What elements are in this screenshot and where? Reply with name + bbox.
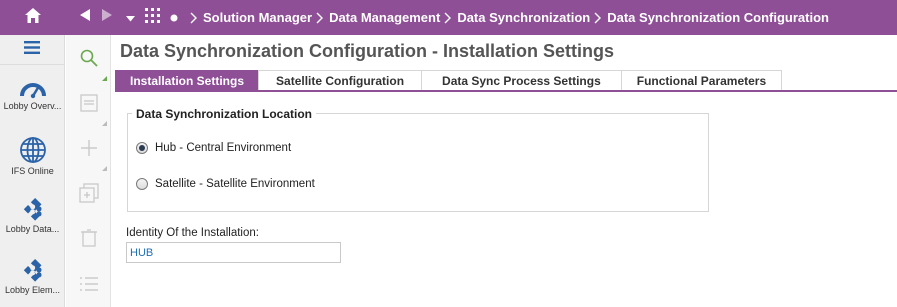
delete-button[interactable] — [76, 227, 102, 253]
sidebar-item-label: IFS Online — [11, 166, 54, 176]
breadcrumb-item-current[interactable]: Data Synchronization Configuration — [607, 10, 829, 25]
radio-button-selected[interactable] — [136, 142, 148, 154]
tab-installation-settings[interactable]: Installation Settings — [115, 70, 260, 91]
globe-icon — [0, 136, 65, 164]
sidebar-item-label: Lobby Data... — [5, 224, 60, 234]
caret-down-icon — [125, 9, 135, 27]
trash-icon — [81, 228, 97, 252]
breadcrumb-item[interactable]: Solution Manager — [203, 10, 312, 25]
radio-selected-dot — [139, 145, 145, 151]
top-navigation-bar: Solution Manager Data Management Data Sy… — [0, 0, 897, 35]
forward-button[interactable] — [96, 0, 118, 35]
edit-icon — [80, 93, 98, 117]
radio-option-satellite[interactable]: Satellite - Satellite Environment — [136, 178, 315, 190]
puzzle-icon — [0, 259, 65, 283]
menu-button[interactable] — [0, 35, 64, 65]
radio-button[interactable] — [136, 178, 148, 190]
duplicate-icon — [79, 182, 99, 208]
edit-options-indicator — [102, 121, 107, 126]
arrow-left-icon — [79, 8, 91, 27]
page-title: Data Synchronization Configuration - Ins… — [120, 41, 615, 61]
sidebar-item-label: Lobby Overv... — [3, 101, 62, 111]
arrow-right-icon — [101, 8, 113, 27]
search-icon — [80, 49, 98, 72]
chevron-right-icon — [444, 12, 452, 24]
lobby-sidebar: Lobby Overv... IFS Online Lobby Data... … — [0, 35, 65, 307]
group-title: Data Synchronization Location — [132, 107, 317, 121]
search-button[interactable] — [76, 47, 102, 73]
duplicate-button[interactable] — [76, 182, 102, 208]
command-column — [66, 35, 111, 307]
sidebar-item-lobby-data-sources[interactable]: Lobby Data... — [0, 198, 65, 234]
sidebar-item-lobby-overview[interactable]: Lobby Overv... — [0, 77, 65, 111]
chevron-right-icon — [594, 12, 602, 24]
breadcrumb-item[interactable]: Data Management — [329, 10, 440, 25]
gauge-icon — [0, 77, 65, 99]
tab-satellite-configuration[interactable]: Satellite Configuration — [258, 70, 423, 91]
chevron-right-icon — [190, 12, 197, 24]
search-options-indicator — [102, 76, 107, 81]
identity-input[interactable] — [126, 242, 341, 263]
tab-functional-parameters[interactable]: Functional Parameters — [620, 70, 783, 91]
tab-bar: Installation Settings Satellite Configur… — [115, 70, 783, 91]
home-icon — [24, 7, 42, 29]
main-content: Data Synchronization Configuration - Ins… — [112, 35, 897, 307]
bullet-icon — [164, 0, 184, 35]
navigator-button[interactable] — [140, 0, 164, 35]
hamburger-icon — [24, 40, 40, 59]
breadcrumb-item[interactable]: Data Synchronization — [457, 10, 590, 25]
chevron-right-icon — [316, 12, 324, 24]
breadcrumb: Solution Manager Data Management Data Sy… — [186, 0, 829, 35]
sidebar-item-label: Lobby Elem... — [4, 285, 61, 295]
add-button[interactable] — [76, 137, 102, 163]
radio-label: Hub - Central Environment — [155, 142, 292, 154]
tab-underline — [115, 90, 897, 92]
home-button[interactable] — [0, 0, 65, 35]
identity-field-label: Identity Of the Installation: — [126, 227, 259, 239]
back-button[interactable] — [74, 0, 96, 35]
grid-icon — [144, 7, 160, 28]
add-icon — [80, 139, 98, 162]
list-button[interactable] — [76, 273, 102, 299]
tab-data-sync-process-settings[interactable]: Data Sync Process Settings — [421, 70, 622, 91]
sidebar-item-ifs-online[interactable]: IFS Online — [0, 136, 65, 176]
list-icon — [80, 276, 98, 297]
add-options-indicator — [102, 166, 107, 171]
radio-option-hub[interactable]: Hub - Central Environment — [136, 142, 291, 154]
history-dropdown-button[interactable] — [120, 0, 140, 35]
sidebar-item-lobby-elements[interactable]: Lobby Elem... — [0, 259, 65, 295]
location-group: Data Synchronization Location Hub - Cent… — [127, 107, 709, 212]
radio-label: Satellite - Satellite Environment — [155, 178, 315, 190]
edit-button[interactable] — [76, 92, 102, 118]
puzzle-icon — [0, 198, 65, 222]
